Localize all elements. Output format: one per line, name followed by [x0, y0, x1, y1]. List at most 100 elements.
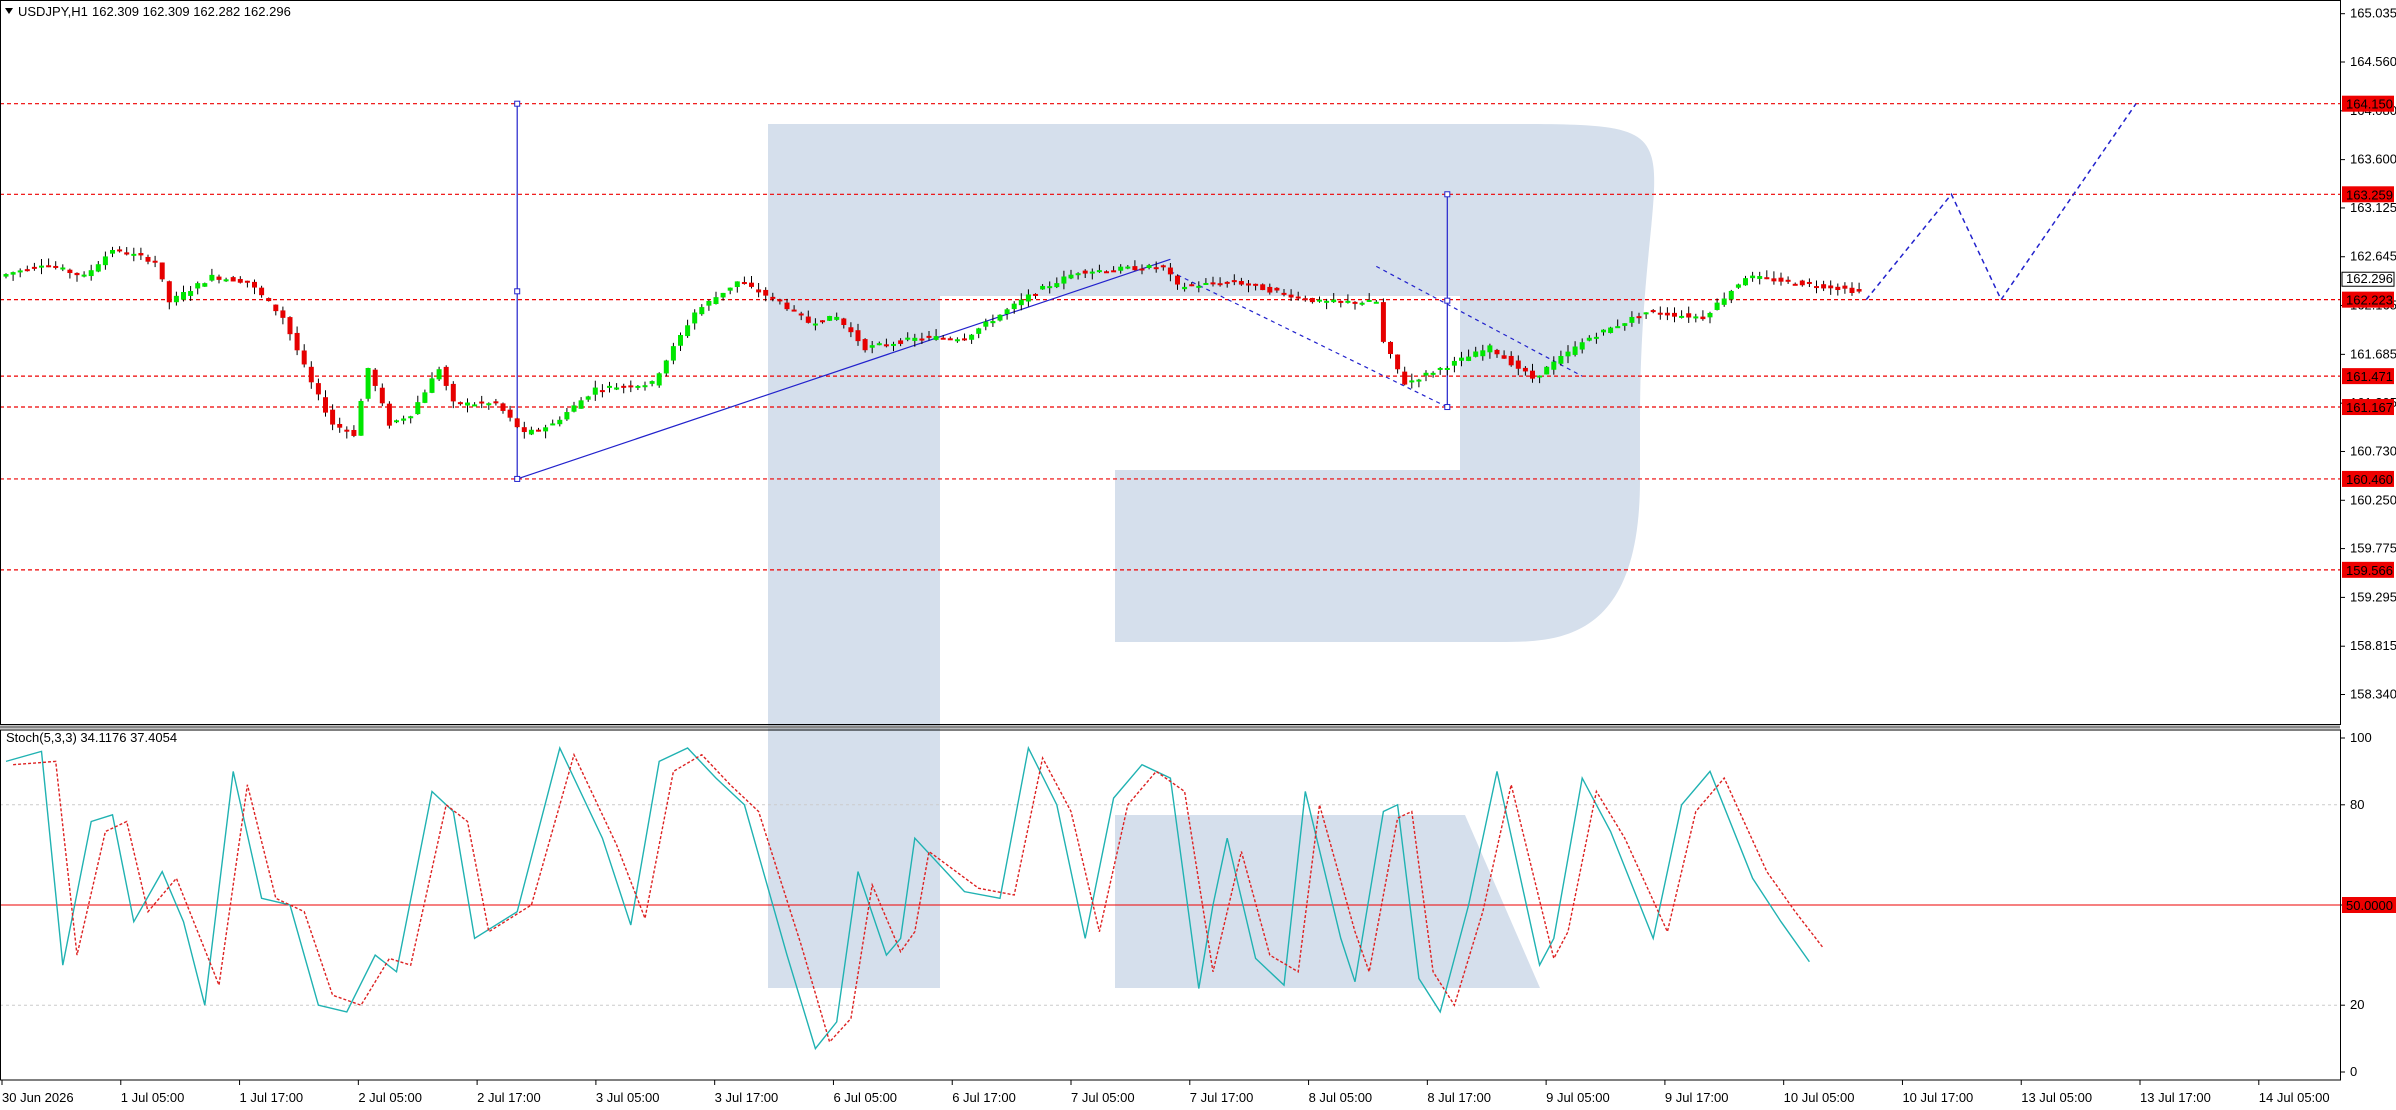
- candle: [1806, 278, 1812, 288]
- candle-body: [621, 385, 627, 388]
- candle-body: [1515, 360, 1521, 369]
- candle-body: [244, 280, 250, 283]
- candle-body: [1033, 293, 1038, 296]
- candle-body: [237, 278, 243, 283]
- candle-body: [443, 366, 449, 386]
- candle-body: [1593, 336, 1599, 339]
- candle: [514, 417, 520, 429]
- candle-body: [706, 301, 712, 306]
- candle-body: [1572, 346, 1578, 355]
- candle: [756, 282, 762, 298]
- candle-body: [31, 266, 37, 269]
- candle-body: [1203, 282, 1209, 285]
- candle: [1544, 366, 1550, 375]
- candle: [145, 254, 151, 265]
- candle-body: [330, 409, 336, 425]
- candle: [1792, 282, 1798, 286]
- collapse-triangle-icon[interactable]: [5, 8, 13, 14]
- candle-body: [216, 276, 222, 280]
- candle: [1380, 298, 1386, 344]
- candle-body: [713, 297, 719, 305]
- indicator-label: Stoch(5,3,3) 34.1176 37.4054: [6, 730, 177, 745]
- candle: [337, 417, 343, 433]
- x-tick-label: 13 Jul 05:00: [2021, 1090, 2092, 1105]
- candle: [564, 407, 570, 421]
- candle: [39, 258, 44, 275]
- candle: [678, 332, 683, 352]
- candle: [24, 265, 30, 272]
- candle: [301, 344, 307, 368]
- candle: [1444, 366, 1450, 376]
- candle-body: [798, 313, 804, 316]
- candle: [450, 381, 456, 409]
- candle-body: [763, 289, 769, 296]
- candle-body: [166, 281, 172, 303]
- candle: [81, 271, 87, 278]
- candle-body: [60, 267, 66, 270]
- candle: [607, 381, 612, 393]
- candle-body: [663, 360, 669, 374]
- candle-body: [429, 378, 435, 393]
- candle-body: [741, 282, 747, 285]
- candle-body: [1409, 380, 1415, 383]
- candle: [273, 304, 279, 316]
- candle-body: [1459, 357, 1464, 361]
- candle: [954, 337, 960, 343]
- chart-header-ohlc: 162.309 162.309 162.282 162.296: [92, 4, 291, 19]
- candle-body: [1182, 286, 1188, 290]
- level-badge-text-6: 159.566: [2346, 563, 2393, 578]
- candle-body: [1210, 282, 1216, 285]
- candle: [323, 390, 328, 417]
- candle-body: [1274, 287, 1280, 291]
- candle: [969, 334, 975, 344]
- candle: [1004, 307, 1010, 320]
- candle-body: [1508, 355, 1514, 366]
- candle: [74, 272, 80, 282]
- watermark-logo: [768, 124, 1655, 988]
- candle-body: [1153, 267, 1159, 270]
- candle-body: [308, 366, 314, 383]
- candle: [287, 316, 293, 341]
- candle: [223, 277, 229, 282]
- candle-body: [905, 337, 911, 340]
- stoch-tick-label: 0: [2350, 1064, 2357, 1079]
- forecast-line: [1865, 103, 2137, 302]
- candle: [457, 401, 463, 406]
- level-badge-text-2: 162.223: [2346, 293, 2393, 308]
- candle-body: [457, 402, 463, 405]
- x-tick-label: 14 Jul 05:00: [2259, 1090, 2330, 1105]
- candle-body: [1302, 298, 1308, 301]
- candle: [216, 274, 222, 284]
- candle-body: [422, 392, 428, 403]
- y-tick-label: 160.250: [2350, 492, 2396, 507]
- candle-body: [1018, 299, 1024, 306]
- stoch-tick-label: 20: [2350, 997, 2364, 1012]
- candle-body: [827, 315, 833, 321]
- candle: [663, 359, 669, 377]
- candle-body: [1693, 316, 1699, 319]
- candle-body: [1622, 323, 1628, 326]
- candle-body: [812, 323, 818, 326]
- candle-body: [1828, 285, 1834, 289]
- candle-body: [969, 334, 975, 340]
- candle: [706, 299, 712, 311]
- candle-body: [81, 274, 87, 277]
- candle-body: [1735, 284, 1741, 288]
- candle-body: [351, 429, 357, 436]
- candle: [152, 255, 158, 268]
- candle-body: [855, 330, 861, 342]
- candle-body: [962, 338, 967, 341]
- candle-body: [436, 369, 442, 380]
- candle-body: [720, 292, 726, 298]
- candle: [962, 333, 967, 341]
- candle: [95, 261, 101, 273]
- candle-body: [770, 296, 776, 299]
- candle-body: [202, 283, 208, 287]
- candle: [1778, 272, 1784, 286]
- candle: [436, 366, 442, 381]
- candle-body: [394, 420, 399, 423]
- candle: [642, 381, 648, 391]
- candle: [280, 306, 286, 325]
- candle-body: [507, 409, 513, 418]
- candle: [67, 268, 73, 279]
